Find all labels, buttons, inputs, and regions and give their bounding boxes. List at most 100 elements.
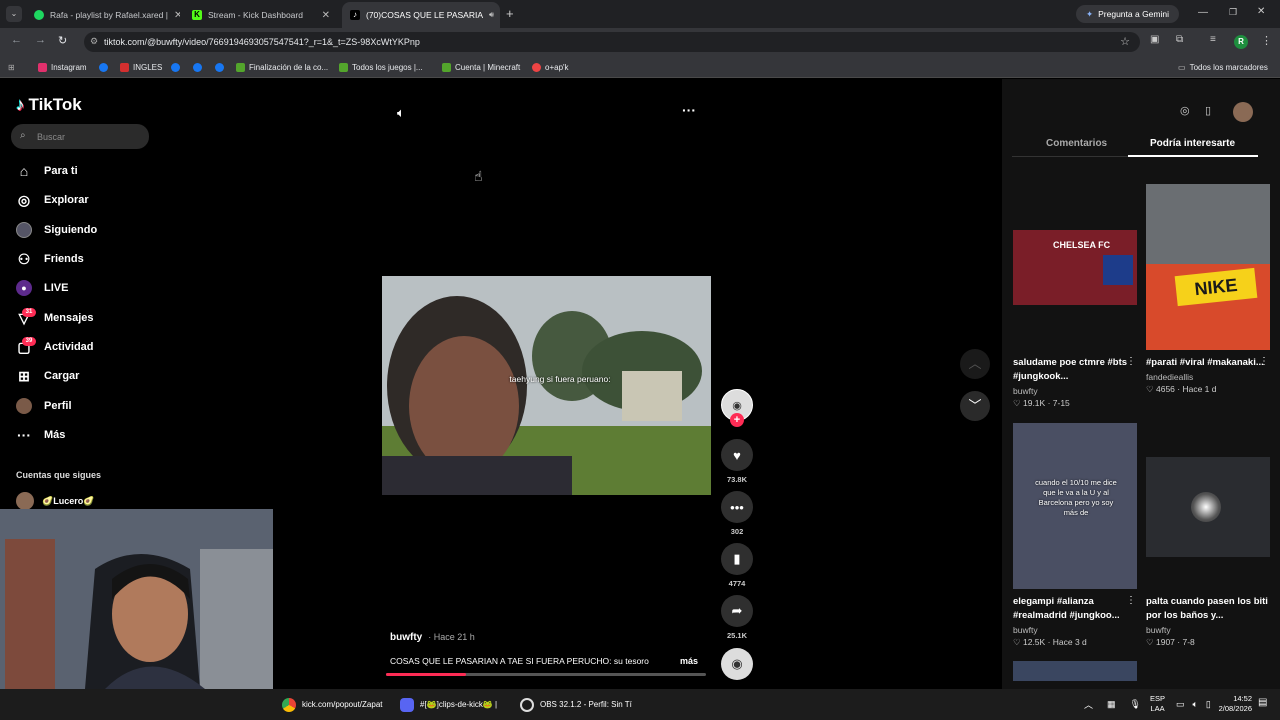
video-player[interactable]: taehyung si fuera peruano:: [382, 276, 711, 495]
comment-button[interactable]: ••• 302: [721, 491, 753, 536]
like-button[interactable]: ♥ 73.8K: [721, 439, 753, 484]
more-link[interactable]: más: [680, 656, 698, 666]
card-stats: ♡ 12.5K · Hace 3 d: [1013, 637, 1087, 647]
extensions-icon[interactable]: ⧉: [1176, 34, 1183, 45]
back-icon[interactable]: ←: [11, 34, 22, 46]
nav-explorar[interactable]: ◎ Explorar: [16, 188, 89, 212]
bookmark-juegos[interactable]: Todos los juegos |...: [339, 56, 423, 78]
tiktok-logo[interactable]: ♪ TikTok: [16, 95, 82, 115]
tab-search-button[interactable]: ⌄: [6, 6, 22, 22]
card-title[interactable]: saludame poe ctmre #bts #jungkook...: [1013, 356, 1137, 384]
keyboard-icon[interactable]: ▦: [1107, 699, 1116, 710]
notification-icon[interactable]: ▤: [1258, 697, 1267, 708]
close-icon[interactable]: ✕: [322, 10, 330, 21]
taskbar-item-chrome[interactable]: kick.com/popout/Zapat: [282, 689, 382, 720]
bookmark-finalizacion[interactable]: Finalización de la co...: [236, 56, 328, 78]
new-tab-button[interactable]: +: [506, 6, 514, 21]
speaker-icon[interactable]: 🔊︎: [489, 10, 494, 20]
card-title[interactable]: #parati #viral #makanaki...: [1146, 356, 1270, 370]
sound-disc[interactable]: ◉: [721, 648, 753, 680]
address-bar[interactable]: ⚙︎ tiktok.com/@buwfty/video/766919469305…: [84, 32, 1140, 52]
bookmarks-bar: ⊞ Instagram INGLES Finalización de la co…: [0, 56, 1280, 78]
bookmark-facebook[interactable]: [171, 56, 180, 78]
music-disc-icon: ◉: [721, 648, 753, 680]
chevron-up-icon[interactable]: ︿: [1084, 698, 1093, 711]
card-title[interactable]: elegampi #alianza #realmadrid #jungkoo..…: [1013, 595, 1137, 623]
card-more-icon[interactable]: ⋮: [1126, 595, 1136, 606]
volume-icon[interactable]: 🔈︎: [1193, 699, 1198, 710]
following-account[interactable]: 🥑Lucero🥑: [16, 492, 94, 510]
reload-icon[interactable]: ↻: [58, 34, 67, 47]
volume-icon[interactable]: 🔈︎: [397, 105, 405, 121]
tab-podria-interesarte[interactable]: Podría interesarte: [1150, 138, 1235, 149]
tab-kick[interactable]: K Stream - Kick Dashboard ✕: [184, 2, 338, 28]
video-thumbnail[interactable]: [1013, 661, 1137, 681]
bookmark-facebook[interactable]: [99, 56, 108, 78]
clock[interactable]: 14:52 2/08/2026: [1212, 694, 1252, 714]
author-name[interactable]: buwfty: [390, 632, 422, 643]
gemini-button[interactable]: ✦ Pregunta a Gemini: [1076, 5, 1179, 23]
card-user[interactable]: buwfty: [1013, 625, 1137, 635]
creator-avatar[interactable]: ◉ +: [721, 389, 753, 427]
nav-friends[interactable]: ⚇ Friends: [16, 247, 84, 271]
more-options-icon[interactable]: ···: [682, 102, 696, 118]
microphone-icon[interactable]: 🎙︎: [1130, 699, 1141, 710]
menu-icon[interactable]: ⋮: [1261, 34, 1272, 47]
device-icon[interactable]: ▯: [1205, 104, 1211, 117]
recommended-video-card[interactable]: NIKE: [1146, 184, 1270, 350]
bookmark-facebook[interactable]: [215, 56, 224, 78]
nav-cargar[interactable]: ⊞ Cargar: [16, 364, 79, 388]
card-user[interactable]: fandedieallis: [1146, 372, 1270, 382]
card-title[interactable]: palta cuando pasen los biti por los baño…: [1146, 595, 1270, 623]
maximize-button[interactable]: ❐: [1229, 7, 1237, 18]
nav-mas[interactable]: ··· Más: [16, 423, 65, 447]
coin-icon[interactable]: ◎: [1180, 104, 1190, 117]
card-more-icon[interactable]: ⋮: [1126, 356, 1136, 367]
forward-icon[interactable]: →: [35, 34, 46, 46]
card-user[interactable]: buwfty: [1146, 625, 1270, 635]
nav-perfil[interactable]: Perfil: [16, 394, 72, 418]
site-info-icon[interactable]: ⚙︎: [90, 36, 98, 47]
nav-para-ti[interactable]: ⌂ Para ti: [16, 159, 78, 183]
user-avatar[interactable]: [1233, 102, 1253, 122]
nav-live[interactable]: ● LIVE: [16, 276, 68, 300]
tab-spotify[interactable]: Rafa - playlist by Rafael.xared | ✕: [26, 2, 180, 28]
taskbar-item-discord[interactable]: #[🐸]clips-de-kick🐸 |: [400, 689, 497, 720]
language-indicator[interactable]: ESP LAA: [1150, 694, 1165, 714]
battery-icon[interactable]: ▯: [1206, 699, 1211, 710]
screen-icon[interactable]: ▣: [1150, 34, 1159, 45]
save-button[interactable]: ▮ 4774: [721, 543, 753, 588]
network-icon[interactable]: ▭: [1176, 699, 1185, 710]
bookmark-instagram[interactable]: Instagram: [38, 56, 87, 78]
recommended-video-card[interactable]: cuando el 10/10 me dice que le va a la U…: [1013, 423, 1137, 589]
profile-avatar[interactable]: R: [1234, 35, 1248, 49]
bookmark-apk[interactable]: o+ap'k: [532, 56, 569, 78]
recommended-video-card[interactable]: CHELSEA FC: [1013, 230, 1137, 305]
nav-siguiendo[interactable]: Siguiendo: [16, 218, 97, 242]
share-button[interactable]: ➦ 25.1K: [721, 595, 753, 640]
search-input[interactable]: ⌕ Buscar: [11, 124, 149, 149]
bookmark-facebook[interactable]: [193, 56, 202, 78]
star-icon[interactable]: ☆: [1120, 35, 1130, 48]
taskbar-item-obs[interactable]: OBS 32.1.2 - Perfil: Sin Tí: [520, 689, 632, 720]
tab-tiktok[interactable]: ♪ (70)COSAS QUE LE PASARIA 🔊︎ ✕: [342, 2, 500, 28]
next-video-button[interactable]: ﹀: [960, 391, 990, 421]
follow-plus-icon[interactable]: +: [730, 413, 744, 427]
tab-comentarios[interactable]: Comentarios: [1046, 138, 1107, 149]
apps-icon[interactable]: ⊞: [8, 56, 15, 78]
bookmark-minecraft[interactable]: Cuenta | Minecraft: [442, 56, 520, 78]
reading-list-icon[interactable]: ≡: [1210, 34, 1216, 45]
window-close-button[interactable]: ✕: [1257, 6, 1265, 17]
heart-icon: ♥: [721, 439, 753, 471]
card-user[interactable]: buwfty: [1013, 386, 1137, 396]
search-placeholder: Buscar: [37, 131, 66, 142]
progress-track[interactable]: [386, 673, 706, 676]
close-icon[interactable]: ✕: [174, 10, 180, 21]
prev-video-button[interactable]: ︿: [960, 349, 990, 379]
recommended-video-card[interactable]: [1146, 457, 1270, 557]
minimize-button[interactable]: —: [1198, 7, 1208, 18]
bookmark-ingles[interactable]: INGLES: [120, 56, 162, 78]
all-bookmarks[interactable]: ▭ Todos los marcadores: [1178, 56, 1268, 78]
card-more-icon[interactable]: ⋮: [1259, 356, 1269, 367]
compass-icon: ◎: [17, 191, 31, 208]
